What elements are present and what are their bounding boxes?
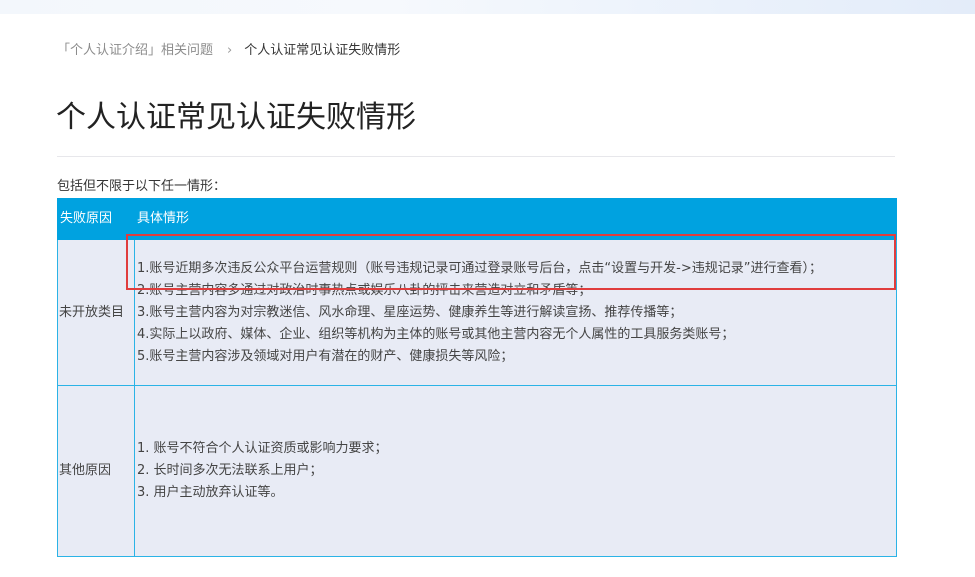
reason-cell: 未开放类目	[57, 239, 135, 386]
detail-cell: 1. 账号不符合个人认证资质或影响力要求； 2. 长时间多次无法联系上用户； 3…	[134, 385, 897, 557]
intro-text: 包括但不限于以下任一情形：	[57, 179, 227, 194]
reason-cell: 其他原因	[57, 385, 135, 557]
list-item: 3.账号主营内容为对宗教迷信、风水命理、星座运势、健康养生等进行解读宣扬、推荐传…	[137, 304, 683, 320]
table-row: 其他原因 1. 账号不符合个人认证资质或影响力要求； 2. 长时间多次无法联系上…	[57, 385, 897, 557]
title-divider	[57, 156, 895, 157]
breadcrumb-parent-link[interactable]: 「个人认证介绍」相关问题	[57, 43, 213, 58]
list-item: 1. 账号不符合个人认证资质或影响力要求；	[137, 441, 388, 456]
top-banner	[0, 0, 975, 14]
table-header-row: 失败原因 具体情形	[57, 198, 897, 240]
breadcrumb-current: 个人认证常见认证失败情形	[244, 43, 401, 58]
list-item: 1.账号近期多次违反公众平台运营规则（账号违规记录可通过登录账号后台，点击“设置…	[137, 260, 822, 276]
header-specific-case: 具体情形	[134, 198, 897, 240]
table-row: 未开放类目 1.账号近期多次违反公众平台运营规则（账号违规记录可通过登录账号后台…	[57, 239, 897, 386]
header-failure-reason: 失败原因	[57, 198, 135, 240]
list-item: 4.实际上以政府、媒体、企业、组织等机构为主体的账号或其他主营内容无个人属性的工…	[137, 326, 735, 342]
list-item: 5.账号主营内容涉及领域对用户有潜在的财产、健康损失等风险；	[137, 348, 514, 364]
list-item: 3. 用户主动放弃认证等。	[137, 485, 284, 500]
list-item: 2.账号主营内容多通过对政治时事热点或娱乐八卦的抨击来营造对立和矛盾等；	[137, 282, 592, 298]
list-item: 2. 长时间多次无法联系上用户；	[137, 463, 323, 478]
detail-cell: 1.账号近期多次违反公众平台运营规则（账号违规记录可通过登录账号后台，点击“设置…	[134, 239, 897, 386]
failure-cases-table: 失败原因 具体情形 未开放类目 1.账号近期多次违反公众平台运营规则（账号违规记…	[57, 198, 897, 557]
page-title: 个人认证常见认证失败情形	[56, 100, 416, 135]
chevron-right-icon: ›	[227, 43, 233, 58]
breadcrumb: 「个人认证介绍」相关问题 › 个人认证常见认证失败情形	[57, 41, 400, 61]
